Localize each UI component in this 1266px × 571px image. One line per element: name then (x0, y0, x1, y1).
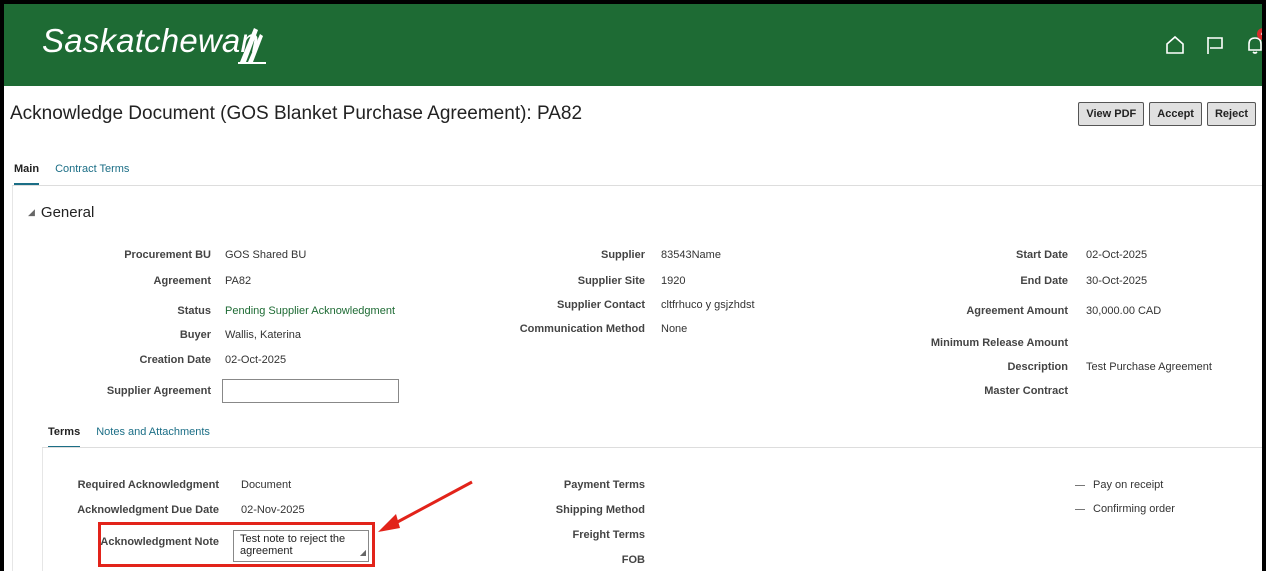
description-value: Test Purchase Agreement (1086, 361, 1212, 373)
procurement-bu-label: Procurement BU (124, 249, 211, 261)
tab-main[interactable]: Main (14, 163, 40, 185)
annotation-arrow-icon (378, 480, 473, 532)
supplier-site-label: Supplier Site (577, 275, 645, 287)
header-icons: 4 (1164, 28, 1262, 56)
acknowledgment-note-label: Acknowledgment Note (100, 536, 219, 548)
sub-tabs: Terms Notes and Attachments (48, 426, 210, 448)
tab-notes-and-attachments[interactable]: Notes and Attachments (96, 426, 210, 448)
tab-terms[interactable]: Terms (48, 426, 81, 448)
page-actions: View PDF Accept Reject (1078, 102, 1256, 126)
app-window: Saskatchewan 4 Acknowledge Document (GOS… (0, 0, 1266, 571)
supplier-site-value: 1920 (661, 275, 686, 287)
required-acknowledgment-label: Required Acknowledgment (77, 479, 219, 491)
end-date-value: 30-Oct-2025 (1086, 275, 1148, 287)
fob-label: FOB (621, 554, 645, 566)
collapse-triangle-icon[interactable]: ◢ (28, 207, 35, 218)
master-contract-label: Master Contract (984, 385, 1068, 397)
acknowledgment-note-text: Test note to reject the agreement (240, 533, 346, 557)
communication-method-value: None (661, 323, 688, 335)
notifications-button[interactable]: 4 (1244, 28, 1262, 56)
acknowledgment-due-date-value: 02-Nov-2025 (241, 504, 305, 516)
agreement-label: Agreement (153, 275, 211, 287)
supplier-agreement-label: Supplier Agreement (106, 385, 211, 397)
procurement-bu-value: GOS Shared BU (225, 249, 307, 261)
buyer-value: Wallis, Katerina (225, 329, 302, 341)
minimum-release-amount-label: Minimum Release Amount (930, 337, 1068, 349)
panel-border (12, 186, 13, 571)
buyer-label: Buyer (179, 329, 211, 341)
confirming-order-value: Confirming order (1075, 503, 1175, 515)
required-acknowledgment-value: Document (241, 479, 292, 491)
top-header-bar: Saskatchewan 4 (4, 4, 1262, 86)
bell-icon (1248, 37, 1262, 54)
creation-date-value: 02-Oct-2025 (225, 354, 287, 366)
tab-divider (12, 185, 1262, 186)
tab-contract-terms[interactable]: Contract Terms (55, 163, 129, 185)
supplier-agreement-input[interactable] (222, 379, 399, 403)
wheat-logo-icon (238, 28, 266, 64)
status-value: Pending Supplier Acknowledgment (225, 305, 396, 317)
accept-button[interactable]: Accept (1149, 102, 1202, 126)
notification-badge: 4 (1257, 28, 1262, 40)
supplier-contact-label: Supplier Contact (556, 299, 645, 311)
subtab-divider (42, 447, 1262, 448)
pay-on-receipt-value: Pay on receipt (1075, 479, 1163, 491)
start-date-value: 02-Oct-2025 (1086, 249, 1148, 261)
general-heading: General (40, 204, 95, 221)
main-tabs: Main Contract Terms (14, 163, 129, 185)
creation-date-label: Creation Date (139, 354, 211, 366)
freight-terms-label: Freight Terms (572, 529, 645, 541)
supplier-contact-value: cltfrhuco y gsjzhdst (661, 299, 755, 311)
resize-grip-icon[interactable]: ◢ (360, 547, 366, 559)
status-label: Status (177, 305, 211, 317)
brand-logo-text: Saskatchewan (42, 22, 260, 59)
agreement-amount-label: Agreement Amount (966, 305, 1068, 317)
view-pdf-button[interactable]: View PDF (1078, 102, 1145, 126)
subpanel-border (42, 448, 43, 571)
payment-terms-label: Payment Terms (563, 479, 645, 491)
home-icon[interactable] (1164, 34, 1186, 56)
shipping-method-label: Shipping Method (555, 504, 645, 516)
flag-icon[interactable] (1204, 34, 1226, 56)
agreement-value: PA82 (225, 275, 252, 287)
general-section-header[interactable]: ◢ General (28, 204, 94, 221)
reject-button[interactable]: Reject (1206, 102, 1256, 126)
communication-method-label: Communication Method (519, 323, 645, 335)
acknowledgment-note-textarea[interactable]: Test note to reject the agreement ◢ (233, 530, 369, 562)
supplier-label: Supplier (600, 249, 645, 261)
start-date-label: Start Date (1016, 249, 1068, 261)
description-label: Description (1007, 361, 1068, 373)
end-date-label: End Date (1020, 275, 1068, 287)
agreement-amount-value: 30,000.00 CAD (1086, 305, 1162, 317)
acknowledgment-due-date-label: Acknowledgment Due Date (77, 504, 219, 516)
page-title: Acknowledge Document (GOS Blanket Purcha… (10, 103, 583, 124)
supplier-value: 83543Name (661, 249, 721, 261)
